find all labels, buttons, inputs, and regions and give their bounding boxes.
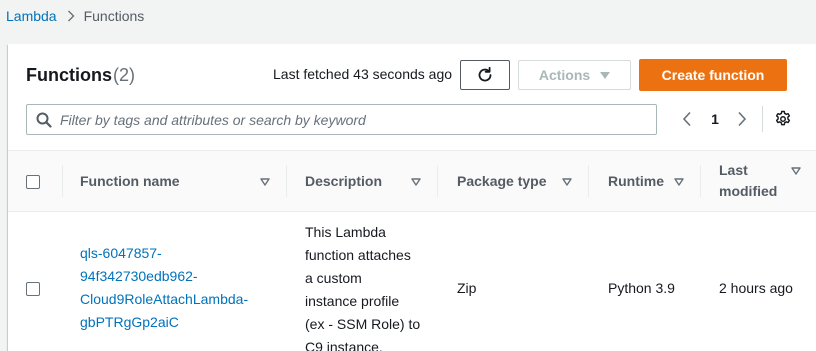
column-label: Description: [305, 172, 383, 189]
refresh-button[interactable]: [460, 60, 510, 90]
chevron-right-icon: [67, 10, 75, 22]
column-label: Function name: [80, 172, 180, 189]
column-header-description[interactable]: Description: [305, 150, 415, 212]
caret-down-icon: [600, 71, 611, 79]
previous-page-icon[interactable]: [679, 109, 695, 129]
function-count: (2): [113, 65, 135, 85]
actions-dropdown[interactable]: Actions: [518, 60, 631, 90]
current-page-number[interactable]: 1: [707, 110, 723, 128]
column-divider: [588, 165, 589, 197]
breadcrumb-current: Functions: [83, 8, 145, 24]
sort-triangle-icon[interactable]: [674, 178, 684, 186]
column-divider: [437, 165, 438, 197]
last-modified-cell: 2 hours ago: [719, 280, 793, 296]
search-icon: [36, 112, 52, 128]
filter-input[interactable]: [60, 111, 640, 128]
page-title: Functions: [26, 65, 112, 85]
column-divider: [700, 165, 701, 197]
filter-box[interactable]: [26, 104, 657, 135]
breadcrumb-lambda-link[interactable]: Lambda: [6, 8, 57, 24]
create-function-button[interactable]: Create function: [639, 59, 787, 91]
sort-triangle-icon[interactable]: [411, 178, 421, 186]
description-cell: This Lambda function attaches a custom i…: [305, 224, 421, 351]
settings-gear-icon[interactable]: [773, 109, 793, 129]
select-all-checkbox[interactable]: [26, 175, 40, 189]
column-header-package-type[interactable]: Package type: [457, 150, 562, 212]
column-label: Runtime: [608, 172, 664, 189]
sort-triangle-icon[interactable]: [562, 178, 572, 186]
column-divider: [62, 165, 63, 197]
pagination-divider: [762, 106, 763, 132]
actions-label: Actions: [538, 67, 591, 83]
sort-triangle-icon[interactable]: [260, 178, 270, 186]
column-label: Last modified: [719, 162, 778, 199]
runtime-cell: Python 3.9: [608, 280, 675, 296]
sort-triangle-icon[interactable]: [791, 167, 801, 175]
column-divider: [286, 165, 287, 197]
column-label: Package type: [457, 172, 547, 189]
last-fetched-text: Last fetched 43 seconds ago: [273, 66, 453, 82]
refresh-icon: [476, 66, 494, 84]
function-name-link[interactable]: qls-6047857- 94f342730edb962- Cloud9Role…: [80, 242, 248, 334]
breadcrumb: Lambda Functions: [6, 6, 144, 26]
row-checkbox[interactable]: [26, 282, 40, 296]
column-header-last-modified[interactable]: Last modified: [719, 150, 783, 212]
next-page-icon[interactable]: [734, 109, 750, 129]
package-type-cell: Zip: [457, 280, 477, 296]
column-header-function-name[interactable]: Function name: [80, 150, 280, 212]
